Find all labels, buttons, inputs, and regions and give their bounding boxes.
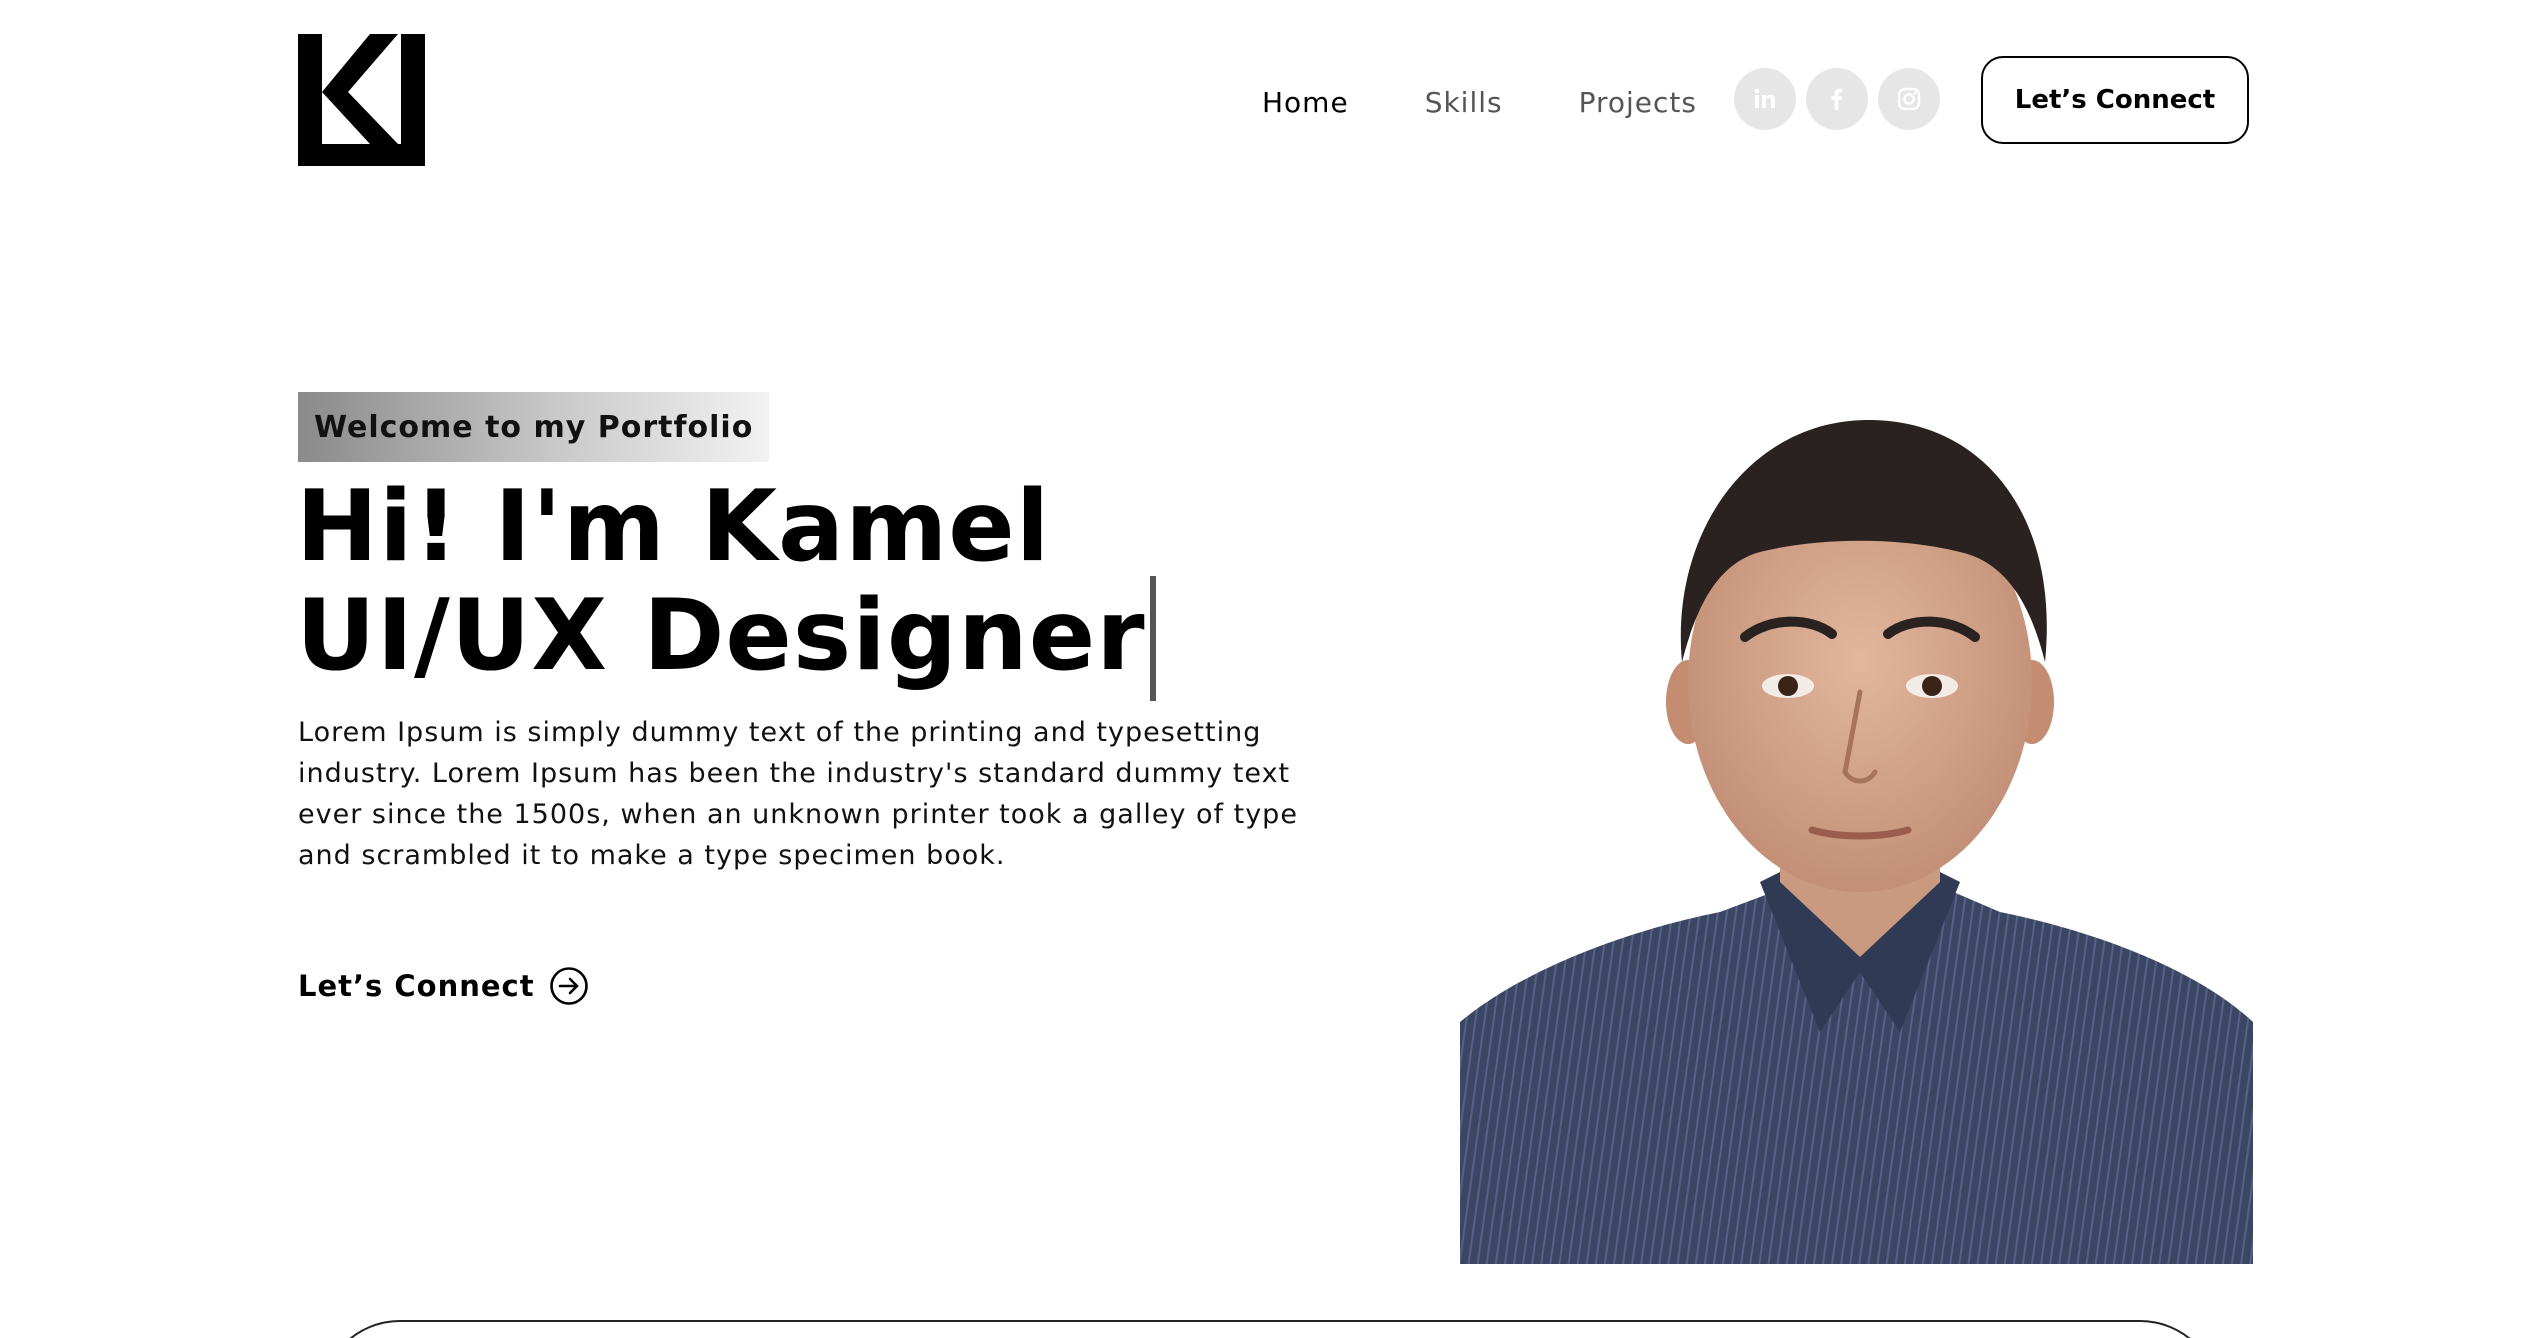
typing-caret <box>1149 576 1156 701</box>
arrow-right-circle-icon <box>549 967 588 1005</box>
nav-skills[interactable]: Skills <box>1425 86 1503 119</box>
linkedin-button[interactable] <box>1734 68 1796 130</box>
hero-title: Hi! I'm Kamel UI/UX Designer <box>296 478 1396 701</box>
facebook-button[interactable] <box>1806 68 1868 130</box>
hero-connect-label: Let’s Connect <box>298 969 535 1003</box>
facebook-icon <box>1831 88 1843 110</box>
welcome-tag: Welcome to my Portfolio <box>298 392 770 462</box>
hero-description: Lorem Ipsum is simply dummy text of the … <box>298 717 1298 871</box>
profile-photo <box>1460 419 2253 1264</box>
social-links <box>1734 68 1940 130</box>
page: Home Skills Projects Let’s Connect Welco… <box>0 0 2536 1338</box>
next-section-outline <box>320 1320 2220 1338</box>
nav-home[interactable]: Home <box>1262 86 1349 119</box>
hero-title-text: Hi! I'm Kamel UI/UX Designer <box>296 470 1146 693</box>
logo[interactable] <box>298 34 425 166</box>
linkedin-icon <box>1754 88 1775 108</box>
instagram-icon <box>1897 87 1921 111</box>
hero-connect-link[interactable]: Let’s Connect <box>298 966 589 1006</box>
main-nav: Home Skills Projects <box>1262 68 1773 136</box>
nav-projects[interactable]: Projects <box>1579 86 1697 119</box>
instagram-button[interactable] <box>1878 68 1940 130</box>
header-connect-button[interactable]: Let’s Connect <box>1981 56 2249 144</box>
